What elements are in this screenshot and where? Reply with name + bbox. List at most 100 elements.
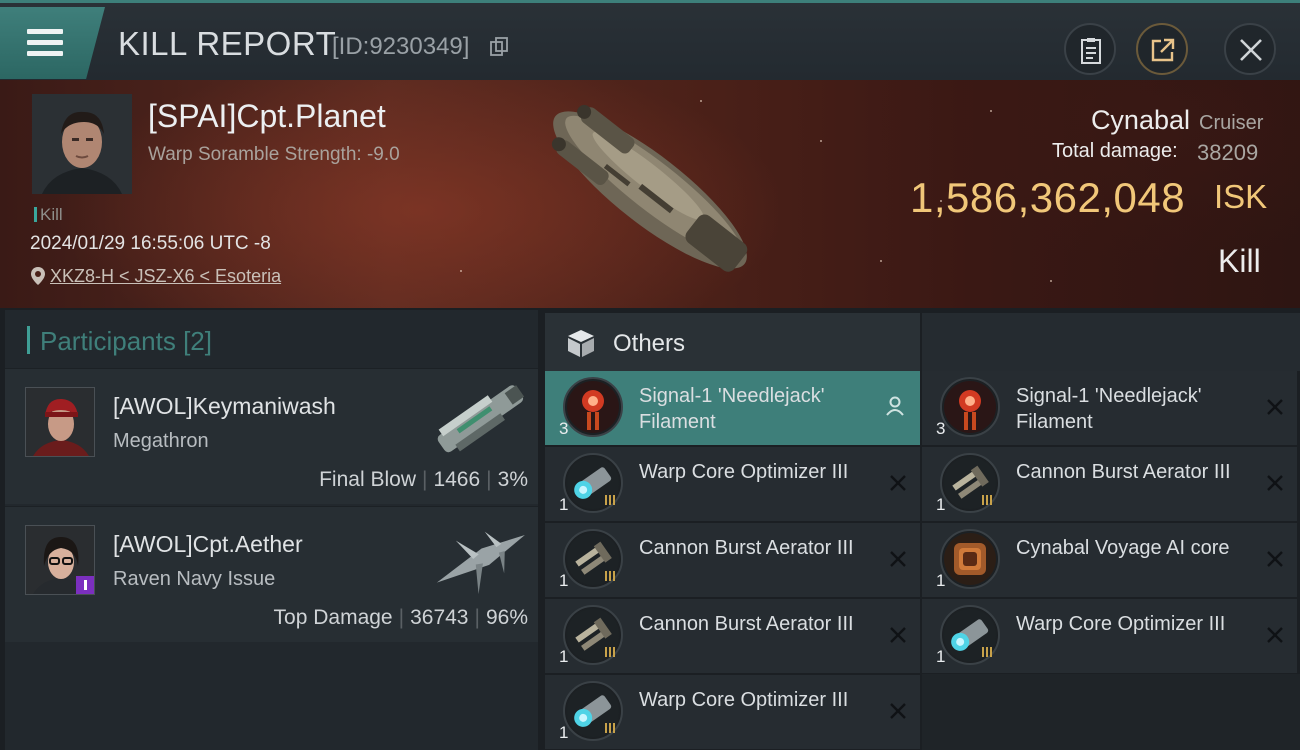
top-bar: KILL REPORT [ID:9230349] [0,0,1300,80]
item-name: Warp Core Optimizer III [639,461,849,483]
item-icon [563,529,623,589]
item-name: Cannon Burst Aerator III [1016,461,1231,483]
copy-icon[interactable] [490,37,508,57]
megathron-ship-image[interactable] [425,374,535,464]
report-id: [ID:9230349] [332,33,470,60]
destroyed-x-icon [890,551,906,567]
participant-row[interactable]: [AWOL]Cpt.Aether Raven Navy Issue Top Da… [5,506,538,642]
report-type: Kill [1218,243,1261,279]
item-name: Cannon Burst Aerator III [639,537,854,559]
item-icon [940,605,1000,665]
destroyed-x-icon [1267,475,1283,491]
item-name: Warp Core Optimizer III [1016,613,1226,635]
item-quantity: 1 [936,495,946,514]
destroyed-x-icon [890,627,906,643]
cannon-burst-aerator-icon [567,533,619,585]
total-damage-value: 38209 [1197,140,1259,165]
location-pin-icon [31,267,45,285]
kill-tag-label: Kill [40,205,63,224]
participants-label: Participants [40,326,176,356]
warp-core-optimizer-icon [944,609,996,661]
item-row[interactable]: 1 Cannon Burst Aerator III [545,599,920,673]
pilot-portrait-icon [26,388,94,456]
participant-ship: Raven Navy Issue [113,568,276,590]
total-damage-label: Total damage: [1052,140,1178,162]
item-quantity: 1 [936,571,946,590]
participant-ship: Megathron [113,430,209,452]
participant-percent: 3% [497,468,528,491]
filament-icon [567,381,619,433]
warp-scramble-strength: Warp Soramble Strength: -9.0 [148,144,400,165]
raven-navy-issue-ship-image[interactable] [425,512,535,602]
item-quantity: 1 [559,571,569,590]
item-name: Signal-1 'Needlejack' Filament [639,385,825,433]
kill-tag: Kill [34,205,63,225]
item-row[interactable]: 1 Cynabal Voyage AI core [922,523,1297,597]
item-row[interactable]: 1 Cannon Burst Aerator III [922,447,1297,521]
item-row[interactable]: 3 Signal-1 'Needlejack' Filament [922,371,1297,445]
item-name: Cynabal Voyage AI core [1016,537,1230,559]
empty-slot [922,674,1300,750]
participant-stats: Top Damage | 36743 | 96% [273,606,528,629]
participant-row[interactable]: [AWOL]Keymaniwash Megathron Final Blow | 1… [5,368,538,504]
share-button[interactable] [1136,23,1188,75]
destroyed-x-icon [890,475,906,491]
item-icon [563,453,623,513]
participant-role: Final Blow [319,468,416,491]
victim-ship-image[interactable] [520,90,780,295]
item-icon [940,377,1000,437]
isk-value: 1,586,362,048 [910,174,1186,221]
victim-name[interactable]: [SPAI]Cpt.Planet [148,98,386,135]
isk-unit: ISK [1214,178,1268,215]
item-quantity: 3 [559,419,569,438]
destroyed-x-icon [890,703,906,719]
victim-banner: [SPAI]Cpt.Planet Warp Soramble Strength:… [0,80,1300,308]
participants-panel: Participants [2] [AWOL]Keymaniwash Megat… [5,310,538,750]
item-quantity: 1 [936,647,946,666]
item-row[interactable]: 1 Cannon Burst Aerator III [545,523,920,597]
item-name: Warp Core Optimizer III [639,689,849,711]
location: XKZ8-H < JSZ-X6 < Esoteria [30,266,281,287]
item-icon [563,605,623,665]
item-quantity: 1 [559,723,569,742]
item-row[interactable]: 1 Warp Core Optimizer III [545,447,920,521]
participants-header: Participants [2] [27,326,212,357]
item-quantity: 1 [559,495,569,514]
location-link[interactable]: XKZ8-H < JSZ-X6 < Esoteria [50,266,281,286]
item-name: Cannon Burst Aerator III [639,613,854,635]
item-row[interactable]: 1 Warp Core Optimizer III [922,599,1297,673]
participant-name[interactable]: [AWOL]Keymaniwash [113,393,336,420]
warp-core-optimizer-icon [567,457,619,509]
item-icon [563,681,623,741]
item-row[interactable]: 3 Signal-1 'Needlejack' Filament [545,371,920,445]
close-button[interactable] [1224,23,1276,75]
others-header-spacer [922,313,1300,371]
participants-count: [2] [183,326,212,356]
victim-avatar[interactable] [32,94,132,194]
avatar[interactable] [25,387,95,457]
warp-core-optimizer-icon [567,685,619,737]
menu-button[interactable] [0,7,105,79]
page-title: KILL REPORT [118,25,337,62]
close-icon [1240,39,1262,61]
avatar[interactable] [25,525,95,595]
kill-datetime: 2024/01/29 16:55:06 UTC -8 [30,233,271,254]
participant-stats: Final Blow | 1466 | 3% [319,468,528,491]
clipboard-button[interactable] [1064,23,1116,75]
item-row[interactable]: 1 Warp Core Optimizer III [545,675,920,749]
participant-damage: 36743 [410,606,469,629]
pilot-portrait-icon [26,526,94,594]
cannon-burst-aerator-icon [944,457,996,509]
item-quantity: 3 [936,419,946,438]
filament-icon [944,381,996,433]
destroyed-x-icon [1267,551,1283,567]
clipboard-icon [1081,38,1101,64]
destroyed-x-icon [1267,627,1283,643]
participant-name[interactable]: [AWOL]Cpt.Aether [113,531,303,558]
cube-icon [568,330,594,357]
item-icon [940,453,1000,513]
victim-ship-name[interactable]: Cynabal [1091,105,1190,136]
person-icon[interactable] [884,395,906,417]
item-icon [563,377,623,437]
menu-icon [27,29,63,62]
